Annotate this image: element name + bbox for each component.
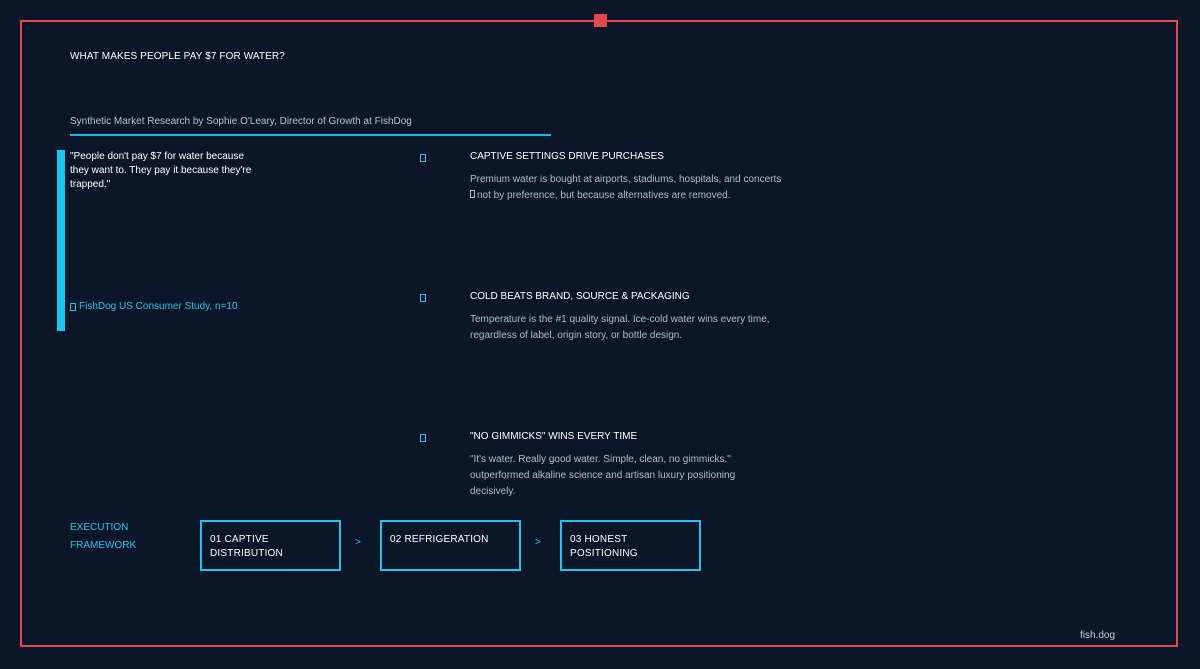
footer-brand: fish.dog [1080, 630, 1116, 641]
quote-source: FishDog US Consumer Study, n=10 [70, 301, 238, 312]
step-captive-distribution: 01 CAPTIVE DISTRIBUTION [200, 520, 341, 571]
finding-bullet-icon [420, 434, 426, 442]
step-arrow: > [355, 537, 361, 548]
finding-bullet-icon [420, 294, 426, 302]
step-refrigeration: 02 REFRIGERATION [380, 520, 521, 571]
quote-accent-bar [57, 150, 65, 331]
subtitle-divider [70, 134, 551, 136]
framework-label-line: FRAMEWORK [70, 540, 137, 551]
source-marker-icon [70, 302, 76, 311]
frame-top-marker [594, 14, 607, 27]
dash-glyph-icon [470, 190, 475, 198]
finding-title: COLD BEATS BRAND, SOURCE & PACKAGING [470, 291, 690, 302]
finding-bullet-icon [420, 154, 426, 162]
framework-label: EXECUTION FRAMEWORK [70, 519, 160, 555]
finding-title: "NO GIMMICKS" WINS EVERY TIME [470, 431, 638, 442]
finding-body-line: not by preference, but because alternati… [477, 190, 731, 201]
finding-body: "It's water. Really good water. Simple, … [470, 454, 736, 497]
step-honest-positioning: 03 HONEST POSITIONING [560, 520, 701, 571]
finding-body-line: Premium water is bought at airports, sta… [470, 174, 782, 185]
finding-title: CAPTIVE SETTINGS DRIVE PURCHASES [470, 151, 664, 162]
slide-subtitle: Synthetic Market Research by Sophie O'Le… [70, 116, 412, 127]
pull-quote: "People don't pay $7 for water because t… [70, 151, 252, 190]
finding-body: Premium water is bought at airports, sta… [470, 172, 800, 204]
step-arrow: > [535, 537, 541, 548]
finding-body: Temperature is the #1 quality signal. Ic… [470, 314, 770, 341]
framework-label-line: EXECUTION [70, 522, 129, 533]
quote-source-label: FishDog US Consumer Study, n=10 [79, 301, 238, 312]
slide-title: WHAT MAKES PEOPLE PAY $7 FOR WATER? [70, 51, 285, 62]
